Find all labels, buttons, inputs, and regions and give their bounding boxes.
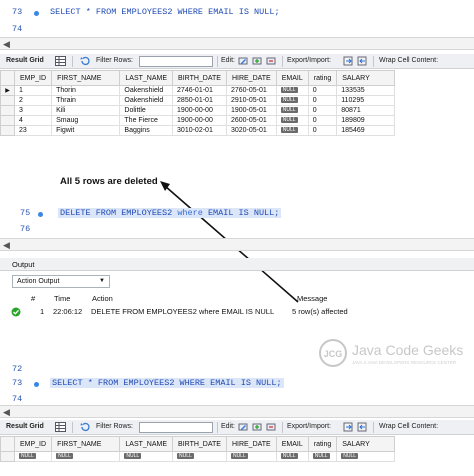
row-header-corner xyxy=(0,436,15,452)
cell[interactable]: NULL xyxy=(13,451,53,462)
edit-label: Edit: xyxy=(221,423,236,430)
statement-marker-icon xyxy=(34,382,39,387)
import-icon[interactable] xyxy=(357,422,368,432)
col-message: Message xyxy=(297,294,328,303)
editor-horizontal-scrollbar[interactable]: ◀ xyxy=(0,238,474,251)
scroll-left-icon[interactable]: ◀ xyxy=(3,240,10,251)
column-header[interactable]: LAST_NAME xyxy=(119,436,174,452)
toolbar-divider xyxy=(217,422,218,433)
null-badge: NULL xyxy=(124,453,142,460)
output-panel-header: Output xyxy=(0,258,474,271)
watermark-brand: Java Code Geeks xyxy=(352,342,464,358)
sql-statement-selected[interactable]: DELETE FROM EMPLOYEES2 where EMAIL IS NU… xyxy=(58,208,282,218)
output-table-header: # Time Action Message xyxy=(0,292,474,304)
watermark-logo-text: JCG xyxy=(324,349,343,359)
output-row-action: DELETE FROM EMPLOYEES2 where EMAIL IS NU… xyxy=(91,307,275,316)
filter-rows-input[interactable] xyxy=(139,422,213,433)
col-time: Time xyxy=(54,294,71,303)
chevron-down-icon: ▼ xyxy=(99,278,105,284)
toolbar-divider xyxy=(72,422,73,433)
result-toolbar: Result Grid Filter Rows: Edit: Export/Im… xyxy=(0,420,474,435)
grid-view-icon[interactable] xyxy=(55,422,66,432)
column-header[interactable]: EMAIL xyxy=(275,436,309,452)
statement-marker-icon xyxy=(38,212,43,217)
dropdown-selected: Action Output xyxy=(17,278,60,285)
scroll-left-icon[interactable]: ◀ xyxy=(3,407,10,418)
success-check-icon xyxy=(11,307,21,317)
table-header-row: EMP_ID FIRST_NAME LAST_NAME BIRTH_DATE H… xyxy=(0,436,395,452)
line-number: 72 xyxy=(12,364,23,374)
output-type-dropdown[interactable]: Action Output ▼ xyxy=(12,275,110,288)
output-row[interactable]: 1 22:06:12 DELETE FROM EMPLOYEES2 where … xyxy=(0,305,474,319)
table-row-empty[interactable]: NULL NULL NULL NULL NULL NULL NULL NULL xyxy=(0,451,395,462)
result-table: EMP_ID FIRST_NAME LAST_NAME BIRTH_DATE H… xyxy=(0,436,395,462)
cell[interactable]: NULL xyxy=(336,451,395,462)
line-number: 76 xyxy=(20,224,31,234)
export-icon[interactable] xyxy=(343,422,354,432)
insert-row-icon[interactable] xyxy=(252,422,263,432)
cell[interactable]: NULL xyxy=(225,451,277,462)
column-header[interactable]: BIRTH_DATE xyxy=(172,436,227,452)
null-badge: NULL xyxy=(280,453,298,460)
export-import-label: Export/Import: xyxy=(287,423,331,430)
cell[interactable]: NULL xyxy=(51,451,121,462)
editor-line-72[interactable]: 72 xyxy=(0,362,474,376)
col-number: # xyxy=(31,294,36,303)
column-header[interactable]: SALARY xyxy=(336,436,395,452)
column-header[interactable]: EMP_ID xyxy=(13,436,53,452)
cell[interactable]: NULL xyxy=(119,451,174,462)
output-title: Output xyxy=(12,260,35,269)
null-badge: NULL xyxy=(177,453,194,460)
line-number: 75 xyxy=(20,208,31,218)
editor-line-75[interactable]: 75 DELETE FROM EMPLOYEES2 where EMAIL IS… xyxy=(0,206,474,220)
result-grid-2[interactable]: EMP_ID FIRST_NAME LAST_NAME BIRTH_DATE H… xyxy=(0,436,474,462)
output-row-number: 1 xyxy=(40,307,45,316)
line-number: 74 xyxy=(12,394,23,404)
output-row-time: 22:06:12 xyxy=(53,307,83,316)
null-badge: NULL xyxy=(56,453,73,460)
result-grid-tab[interactable]: Result Grid xyxy=(6,423,44,430)
output-row-message: 5 row(s) affected xyxy=(292,307,348,316)
null-badge: NULL xyxy=(230,453,248,460)
wrap-cell-label: Wrap Cell Content: xyxy=(379,423,439,430)
editor-line-76[interactable]: 76 xyxy=(0,222,474,236)
row-header xyxy=(0,451,15,462)
line-number: 73 xyxy=(12,378,23,388)
toolbar-divider xyxy=(282,422,283,433)
editor-horizontal-scrollbar[interactable]: ◀ xyxy=(0,405,474,418)
refresh-icon[interactable] xyxy=(80,422,91,432)
column-header[interactable]: rating xyxy=(307,436,338,452)
column-header[interactable]: HIRE_DATE xyxy=(225,436,277,452)
null-badge: NULL xyxy=(19,453,36,460)
null-badge: NULL xyxy=(312,453,330,460)
column-header[interactable]: FIRST_NAME xyxy=(51,436,121,452)
cell[interactable]: NULL xyxy=(275,451,309,462)
toolbar-divider xyxy=(373,422,374,433)
editor-line-74[interactable]: 74 xyxy=(0,392,474,406)
filter-rows-label: Filter Rows: xyxy=(96,423,133,430)
null-badge: NULL xyxy=(341,453,359,460)
col-action: Action xyxy=(92,294,113,303)
delete-row-icon[interactable] xyxy=(266,422,277,432)
cell[interactable]: NULL xyxy=(172,451,227,462)
edit-row-icon[interactable] xyxy=(238,422,249,432)
editor-line-73[interactable]: 73 SELECT * FROM EMPLOYEES2 WHERE EMAIL … xyxy=(0,376,474,390)
cell[interactable]: NULL xyxy=(307,451,338,462)
sql-statement-selected[interactable]: SELECT * FROM EMPLOYEES2 WHERE EMAIL IS … xyxy=(50,378,284,388)
